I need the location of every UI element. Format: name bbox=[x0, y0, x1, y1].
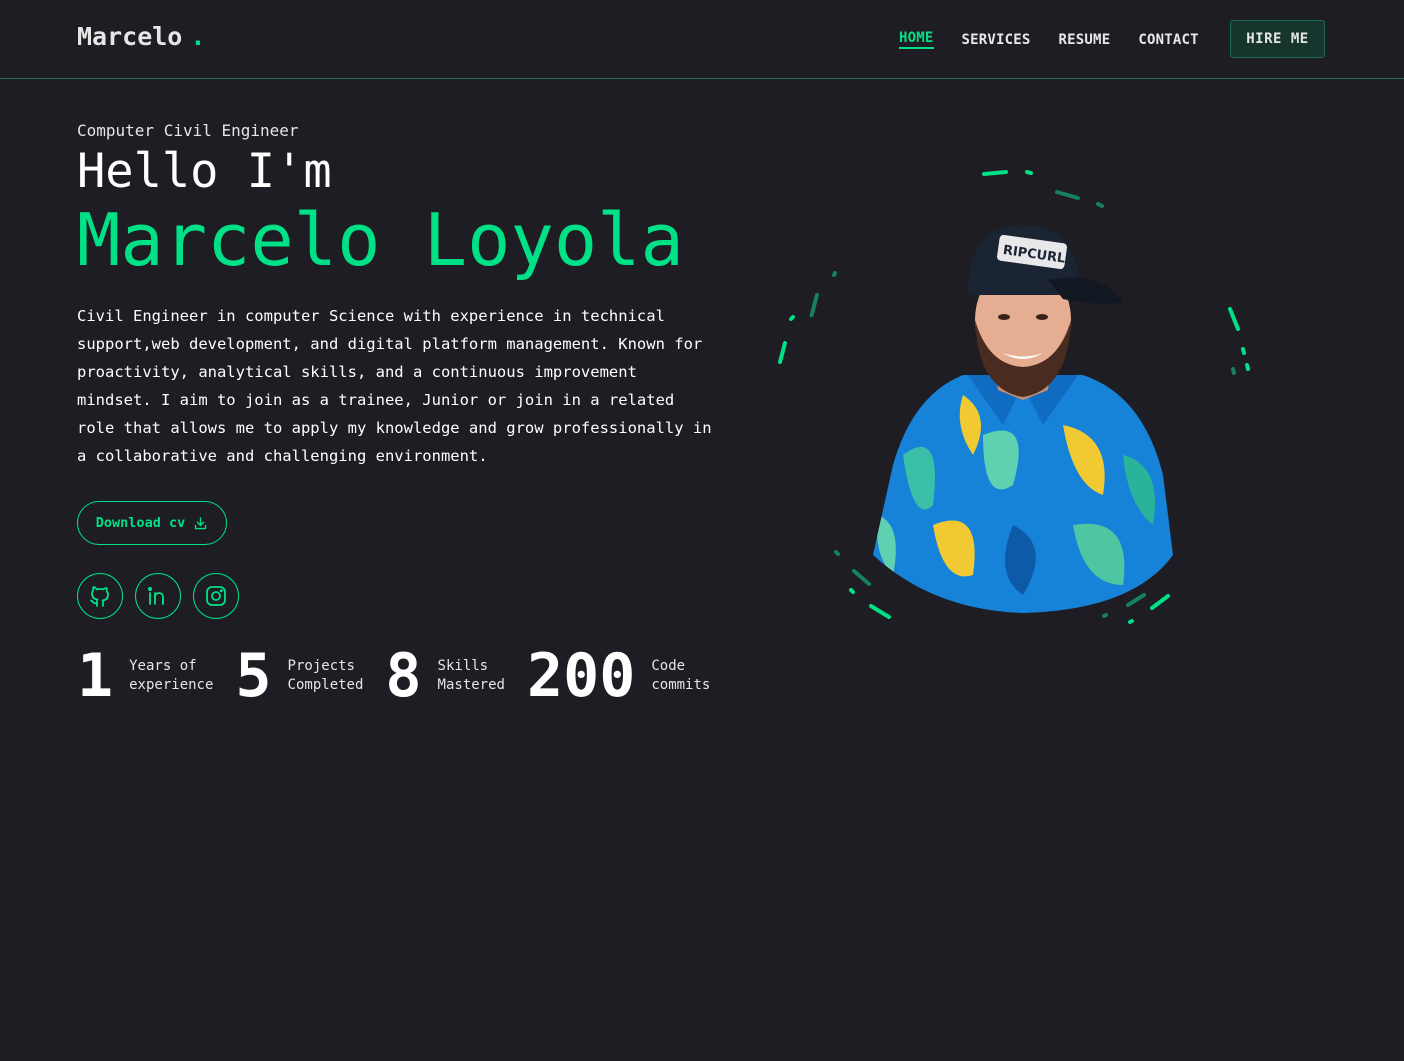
logo-text: Marcelo bbox=[77, 22, 183, 51]
stat-number: 8 bbox=[385, 641, 422, 711]
nav-home[interactable]: HOME bbox=[899, 30, 934, 49]
instagram-link[interactable] bbox=[193, 573, 239, 619]
nav-resume[interactable]: RESUME bbox=[1059, 32, 1111, 48]
stat-skills: 8 Skills Mastered bbox=[385, 646, 505, 706]
social-links bbox=[77, 573, 239, 619]
logo[interactable]: Marcelo. bbox=[77, 22, 205, 51]
stat-number: 5 bbox=[235, 641, 272, 711]
stat-years: 1 Years of experience bbox=[77, 646, 213, 706]
stats-row: 1 Years of experience 5 Projects Completed… bbox=[77, 646, 732, 706]
nav-contact[interactable]: CONTACT bbox=[1138, 32, 1198, 48]
download-cv-label: Download cv bbox=[95, 515, 186, 531]
site-header: Marcelo. HOME SERVICES RESUME CONTACT HI… bbox=[0, 0, 1404, 79]
main-nav: HOME SERVICES RESUME CONTACT bbox=[899, 30, 1227, 49]
stat-number: 1 bbox=[77, 641, 114, 711]
download-icon bbox=[195, 516, 207, 529]
portrait-area: RIPCURL bbox=[760, 155, 1260, 625]
github-link[interactable] bbox=[77, 573, 123, 619]
download-cv-button[interactable]: Download cv bbox=[77, 501, 227, 545]
hero-bio: Civil Engineer in computer Science with … bbox=[77, 307, 712, 465]
linkedin-link[interactable] bbox=[135, 573, 181, 619]
hire-me-button[interactable]: HIRE ME bbox=[1230, 20, 1325, 58]
stat-projects: 5 Projects Completed bbox=[235, 646, 363, 706]
stat-label: Projects Completed bbox=[287, 658, 364, 693]
hero-subtitle: Computer Civil Engineer bbox=[77, 121, 299, 140]
hero-greeting: Hello I'm bbox=[77, 144, 332, 199]
profile-photo: RIPCURL bbox=[873, 225, 1173, 613]
nav-services[interactable]: SERVICES bbox=[962, 32, 1031, 48]
stat-label: Code commits bbox=[651, 658, 711, 693]
instagram-icon bbox=[206, 586, 226, 606]
linkedin-icon bbox=[147, 586, 164, 605]
github-icon bbox=[90, 586, 109, 607]
page: Marcelo. HOME SERVICES RESUME CONTACT HI… bbox=[0, 0, 1404, 1061]
stat-number: 200 bbox=[526, 641, 636, 711]
logo-dot: . bbox=[190, 22, 206, 51]
stat-commits: 200 Code commits bbox=[527, 646, 710, 706]
hero-name: Marcelo Loyola bbox=[77, 198, 684, 282]
stat-label: Years of experience bbox=[129, 658, 214, 693]
stat-label: Skills Mastered bbox=[437, 658, 505, 693]
